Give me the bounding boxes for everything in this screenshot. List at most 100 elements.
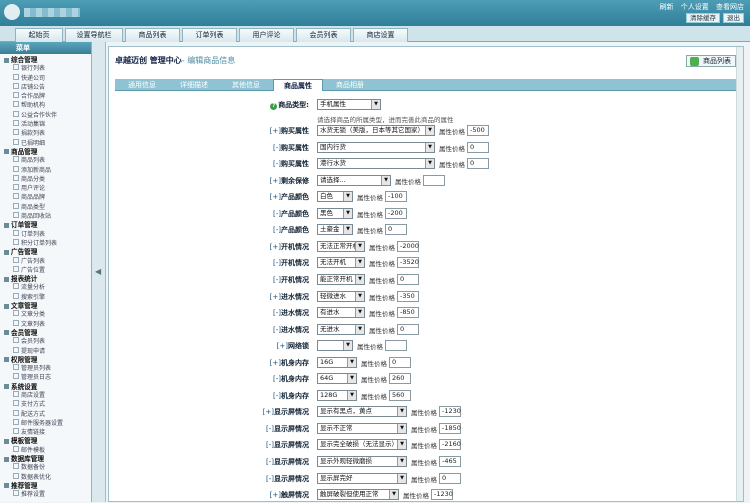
sidebar-item[interactable]: 添加新商品 xyxy=(4,166,91,175)
attribute-price-input[interactable]: -1850 xyxy=(439,422,461,434)
attribute-value-select[interactable]: 轻微进水 ▼ xyxy=(317,290,365,302)
sidebar-item[interactable]: 文章列表 xyxy=(4,320,91,329)
attribute-value-select[interactable]: 无法正常开机 ▼ xyxy=(317,240,365,252)
attribute-price-input[interactable]: -3520 xyxy=(397,257,419,269)
tab-attributes[interactable]: 商品属性 xyxy=(273,79,323,91)
expand-toggle[interactable]: [-] xyxy=(266,458,274,466)
product-list-button[interactable]: 商品列表 xyxy=(686,55,736,67)
expand-toggle[interactable]: [-] xyxy=(266,425,274,433)
attribute-value-select[interactable]: 显示不正常 ▼ xyxy=(317,422,407,434)
sidebar-item[interactable]: 文章分类 xyxy=(4,310,91,319)
sidebar-group[interactable]: 订单管理 xyxy=(4,221,91,229)
tab-general[interactable]: 通用信息 xyxy=(117,79,167,91)
attribute-value-select[interactable]: 64G ▼ xyxy=(317,373,357,385)
attribute-price-input[interactable] xyxy=(385,340,407,352)
scrollbar[interactable] xyxy=(736,47,743,501)
attribute-value-select[interactable]: 128G ▼ xyxy=(317,389,357,401)
sidebar-item[interactable]: 配送方式 xyxy=(4,410,91,419)
expand-toggle[interactable]: [-] xyxy=(273,326,281,334)
nav-tab-members[interactable]: 会员列表 xyxy=(296,28,351,42)
sidebar-item[interactable]: 管理员列表 xyxy=(4,364,91,373)
attribute-value-select[interactable]: 能正常开机 ▼ xyxy=(317,273,365,285)
refresh-link[interactable]: 刷新 xyxy=(660,3,674,11)
nav-tab-home[interactable]: 起始页 xyxy=(15,28,63,42)
attribute-value-select[interactable]: 16G ▼ xyxy=(317,356,357,368)
attribute-price-input[interactable]: 0 xyxy=(439,472,461,484)
attribute-value-select[interactable]: 水货无锁（美版，日本等其它国家） ▼ xyxy=(317,125,435,136)
nav-tab-shop-settings[interactable]: 商店设置 xyxy=(353,28,408,42)
attribute-value-select[interactable]: 白色 ▼ xyxy=(317,191,353,203)
expand-toggle[interactable]: [-] xyxy=(266,475,274,483)
expand-toggle[interactable]: [+] xyxy=(270,491,281,499)
nav-tab-products[interactable]: 商品列表 xyxy=(125,28,180,42)
attribute-price-input[interactable]: -2160 xyxy=(439,439,461,451)
sidebar-group[interactable]: 权限管理 xyxy=(4,356,91,364)
sidebar-group[interactable]: 数据库管理 xyxy=(4,455,91,463)
sidebar-item[interactable]: 捐款列表 xyxy=(4,129,91,138)
sidebar-item[interactable]: 商品品牌 xyxy=(4,193,91,202)
attribute-value-select[interactable]: 国内行货 ▼ xyxy=(317,141,435,153)
attribute-value-select[interactable]: 显示有黑点，黄点 ▼ xyxy=(317,406,407,418)
attribute-price-input[interactable]: 0 xyxy=(397,323,419,335)
attribute-price-input[interactable]: 0 xyxy=(389,356,411,368)
sidebar-item[interactable]: 会员列表 xyxy=(4,337,91,346)
attribute-price-input[interactable]: -350 xyxy=(397,290,419,302)
attribute-value-select[interactable]: 显示外观轻微磨损 ▼ xyxy=(317,456,407,467)
attribute-price-input[interactable]: -2000 xyxy=(397,240,419,252)
sidebar-item[interactable]: 用户评论 xyxy=(4,184,91,193)
sidebar-group[interactable]: 系统设置 xyxy=(4,383,91,391)
expand-toggle[interactable]: [+] xyxy=(270,293,281,301)
attribute-price-input[interactable] xyxy=(423,174,445,186)
attribute-price-input[interactable]: 0 xyxy=(385,224,407,236)
view-shop-link[interactable]: 查看网店 xyxy=(716,3,744,11)
sidebar-item[interactable]: 商品回收站 xyxy=(4,212,91,221)
sidebar-group[interactable]: 商品管理 xyxy=(4,148,91,156)
expand-toggle[interactable]: [-] xyxy=(273,259,281,267)
attribute-price-input[interactable]: 0 xyxy=(467,141,489,153)
expand-toggle[interactable]: [-] xyxy=(273,375,281,383)
sidebar-item[interactable]: 数据表优化 xyxy=(4,473,91,482)
attribute-value-select[interactable]: 港行水货 ▼ xyxy=(317,158,435,170)
expand-toggle[interactable]: [+] xyxy=(270,193,281,201)
nav-tab-nav-settings[interactable]: 设置导航栏 xyxy=(65,28,123,42)
attribute-price-input[interactable]: 260 xyxy=(389,373,411,385)
attribute-price-input[interactable]: -100 xyxy=(385,191,407,203)
expand-toggle[interactable]: [+] xyxy=(270,243,281,251)
tab-gallery[interactable]: 商品相册 xyxy=(325,79,375,91)
product-type-select[interactable]: 手机属性 ▼ xyxy=(317,99,381,110)
expand-toggle[interactable]: [-] xyxy=(273,226,281,234)
sidebar-group[interactable]: 模板管理 xyxy=(4,437,91,445)
clear-cache-button[interactable]: 清除缓存 xyxy=(686,13,720,23)
sidebar-item[interactable]: 邮件服务器设置 xyxy=(4,419,91,428)
sidebar-item[interactable]: 银行列表 xyxy=(4,64,91,73)
tab-other[interactable]: 其他信息 xyxy=(221,79,271,91)
sidebar-item[interactable]: 邮件模板 xyxy=(4,446,91,455)
sidebar-item[interactable]: 店铺公告 xyxy=(4,83,91,92)
attribute-value-select[interactable]: 显示屏完好 ▼ xyxy=(317,472,407,484)
sidebar-item[interactable]: 商品分类 xyxy=(4,175,91,184)
attribute-price-input[interactable]: -850 xyxy=(397,307,419,319)
attribute-value-select[interactable]: 土豪金 ▼ xyxy=(317,224,353,236)
attribute-value-select[interactable]: 请选择... ▼ xyxy=(317,174,391,186)
sidebar-item[interactable]: 商店设置 xyxy=(4,391,91,400)
sidebar-item[interactable]: 积分订单列表 xyxy=(4,239,91,248)
expand-toggle[interactable]: [-] xyxy=(273,210,281,218)
sidebar-splitter[interactable]: ◀ xyxy=(92,42,106,502)
sidebar-item[interactable]: 活动集锦 xyxy=(4,120,91,129)
expand-toggle[interactable]: [-] xyxy=(266,441,274,449)
expand-toggle[interactable]: [-] xyxy=(273,392,281,400)
attribute-value-select[interactable]: 有进水 ▼ xyxy=(317,307,365,319)
sidebar-item[interactable]: 广告列表 xyxy=(4,257,91,266)
sidebar-item[interactable]: 数据备份 xyxy=(4,463,91,472)
expand-toggle[interactable]: [-] xyxy=(273,144,281,152)
sidebar-group[interactable]: 推荐管理 xyxy=(4,482,91,490)
sidebar-item[interactable]: 已捐明细 xyxy=(4,139,91,148)
sidebar-item[interactable]: 流量分析 xyxy=(4,283,91,292)
attribute-price-input[interactable]: -1230 xyxy=(439,406,461,418)
sidebar-item[interactable]: 管理员日志 xyxy=(4,373,91,382)
attribute-value-select[interactable]: 无法开机 ▼ xyxy=(317,257,365,269)
expand-toggle[interactable]: [-] xyxy=(273,309,281,317)
expand-toggle[interactable]: [-] xyxy=(273,276,281,284)
attribute-price-input[interactable]: -465 xyxy=(439,456,461,467)
sidebar-item[interactable]: 广告位置 xyxy=(4,266,91,275)
